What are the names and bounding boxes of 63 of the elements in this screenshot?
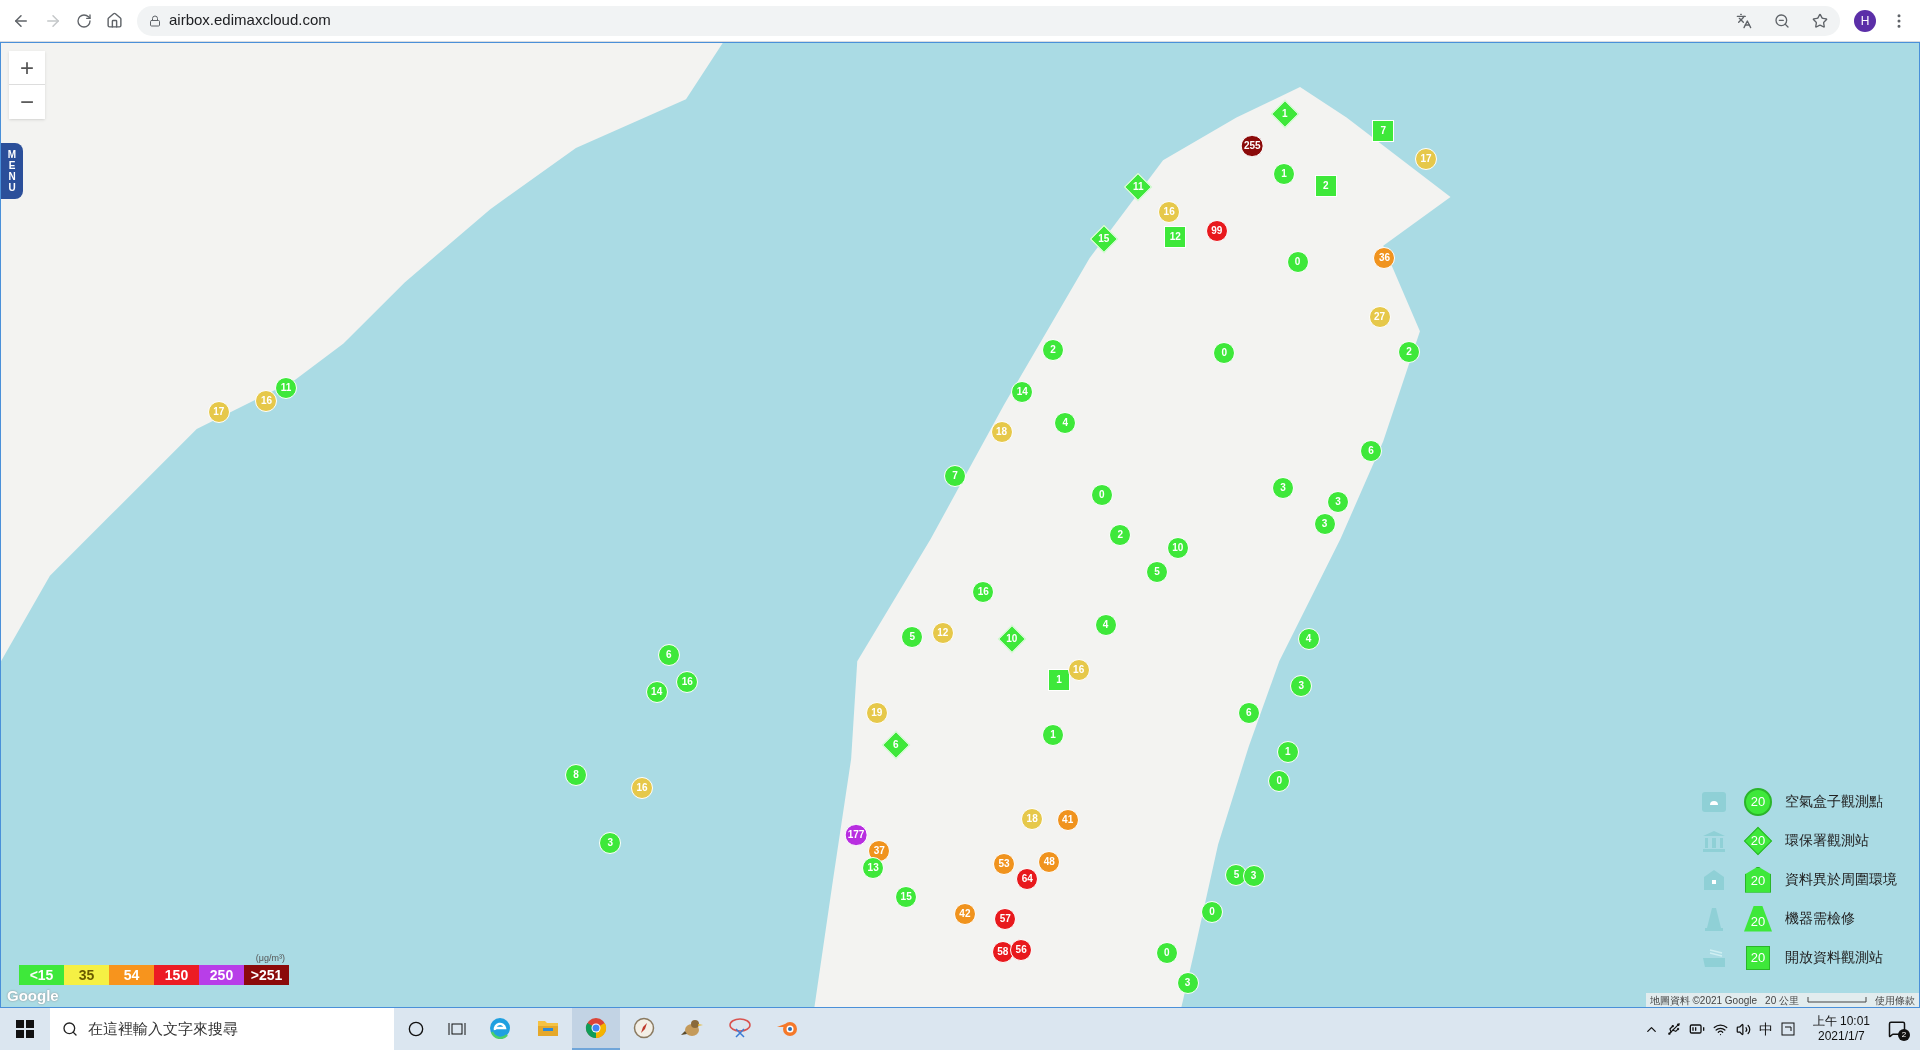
chrome-browser-icon — [585, 1017, 607, 1039]
circle-marker-sample: 20 — [1744, 787, 1772, 816]
map-data-text: 地圖資料 ©2021 Google — [1649, 993, 1758, 1007]
keyboard-mode-icon[interactable] — [1780, 1022, 1795, 1036]
scale-band: >251 — [244, 965, 289, 985]
zoom-out-button[interactable]: − — [9, 85, 45, 119]
scale-band: 250 — [199, 965, 244, 985]
unit-label: (μg/m³) — [255, 951, 285, 965]
square-marker[interactable]: 7 — [1372, 119, 1395, 142]
url-text: airbox.edimaxcloud.com — [169, 10, 331, 31]
scale-band: 35 — [64, 965, 109, 985]
compass-icon — [633, 1017, 655, 1039]
search-input[interactable]: 在這裡輸入文字來搜尋 — [88, 1017, 382, 1041]
diamond-marker-sample: 20 — [1744, 826, 1772, 855]
scale-bar-icon — [1807, 997, 1867, 1003]
legend-label: 空氣盒子觀測點 — [1785, 792, 1883, 811]
clock-date[interactable]: 2021/1/7 — [1817, 1029, 1865, 1044]
terms-link[interactable]: 使用條款 — [1875, 992, 1915, 1007]
translate-icon[interactable] — [1736, 12, 1752, 29]
legend-label: 機器需檢修 — [1785, 909, 1855, 928]
zoom-in-button[interactable]: + — [9, 51, 45, 85]
profile-avatar[interactable]: H — [1854, 9, 1876, 32]
house-icon — [1703, 868, 1725, 891]
lock-icon — [149, 14, 161, 27]
square-marker-sample: 20 — [1746, 945, 1770, 970]
cone-marker-sample: 20 — [1744, 905, 1772, 932]
house-marker-sample: 20 — [1745, 866, 1771, 893]
input-method-label[interactable]: 中 — [1758, 1018, 1773, 1040]
traffic-cone-icon — [1705, 906, 1723, 931]
volume-icon[interactable] — [1735, 1021, 1751, 1037]
taskbar-search-field[interactable]: 在這裡輸入文字來搜尋 — [50, 1008, 394, 1050]
zoom-icon[interactable] — [1774, 12, 1790, 29]
reload-icon[interactable] — [76, 12, 92, 29]
battery-icon[interactable] — [1688, 1021, 1705, 1037]
legend-label: 環保署觀測站 — [1785, 831, 1869, 850]
bookmark-star-icon[interactable] — [1812, 12, 1828, 29]
notification-icon[interactable] — [1888, 1020, 1906, 1038]
air-box-icon — [1701, 790, 1727, 813]
folder-icon — [537, 1018, 559, 1038]
scale-band: <15 — [19, 965, 64, 985]
task-view-icon[interactable] — [448, 1021, 466, 1037]
bird-icon — [680, 1017, 704, 1039]
taskbar-app[interactable] — [572, 1008, 620, 1050]
address-bar[interactable]: airbox.edimaxcloud.com — [137, 5, 1840, 36]
ship-icon — [1702, 947, 1726, 968]
google-logo: Google — [7, 985, 59, 1006]
menu-tab[interactable]: MENU — [1, 143, 23, 199]
square-marker[interactable]: 1 — [1048, 668, 1071, 691]
legend-label: 資料異於周圍環境 — [1785, 870, 1897, 889]
notification-count: 2 — [1898, 1029, 1910, 1041]
home-icon[interactable] — [106, 12, 123, 29]
scale-band: 150 — [154, 965, 199, 985]
square-marker[interactable]: 12 — [1164, 226, 1187, 249]
clock-time[interactable]: 上午 10:01 — [1812, 1014, 1870, 1029]
search-icon — [62, 1021, 78, 1037]
wifi-icon[interactable] — [1712, 1021, 1728, 1037]
cortana-icon[interactable] — [408, 1021, 424, 1037]
windows-start-icon[interactable] — [16, 1020, 34, 1038]
government-building-icon — [1702, 829, 1726, 852]
scale-distance: 20 公里 — [1765, 993, 1799, 1007]
edge-browser-icon — [489, 1017, 511, 1039]
legend-label: 開放資料觀測站 — [1785, 948, 1883, 967]
scale-band: 54 — [109, 965, 154, 985]
